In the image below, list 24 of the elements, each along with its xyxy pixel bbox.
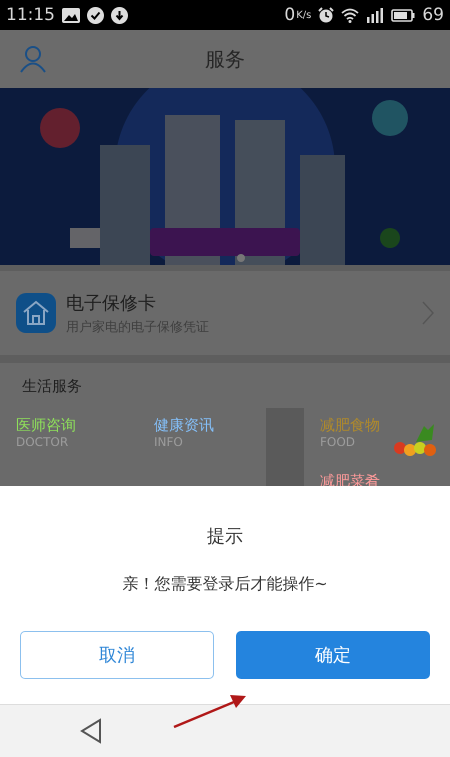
image-icon [62,8,80,22]
alarm-icon [318,7,334,23]
dialog-title: 提示 [207,525,243,548]
section-title: 生活服务 [21,376,83,397]
clock-time: 11:15 [6,5,55,25]
page-title: 服务 [205,46,245,72]
service-name[interactable]: 减肥食物 [320,416,434,435]
speed-unit: K/s [296,10,312,20]
download-icon [111,6,128,24]
battery-level: 69 [422,5,444,25]
dialog-message: 亲！您需要登录后才能操作~ [122,574,328,595]
arrow-icon [172,692,248,730]
cancel-button[interactable]: 取消 [20,631,214,679]
confirm-button[interactable]: 确定 [236,631,430,679]
card-title[interactable]: 电子保修卡 [66,290,412,314]
service-name[interactable]: 健康资讯 [154,416,250,435]
house-icon [16,293,56,333]
network-speed: 0 [284,5,296,25]
battery-icon [391,8,416,22]
back-icon[interactable] [80,718,102,744]
wifi-icon [341,8,360,22]
check-icon [87,6,104,24]
signal-icon [366,7,384,23]
service-name[interactable]: 医师咨询 [16,416,122,435]
